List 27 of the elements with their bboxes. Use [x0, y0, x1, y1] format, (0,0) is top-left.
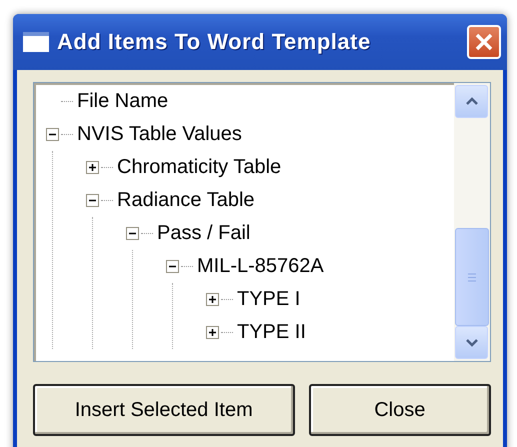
- collapse-icon[interactable]: [166, 260, 179, 273]
- tree-item[interactable]: MIL-L-85762A: [197, 255, 324, 278]
- close-icon: [473, 31, 495, 53]
- tree-item[interactable]: TYPE I: [237, 288, 300, 311]
- expand-icon[interactable]: [206, 293, 219, 306]
- close-dialog-button[interactable]: Close: [308, 384, 491, 436]
- scroll-up-button[interactable]: [455, 85, 488, 118]
- tree-item[interactable]: Chromaticity Table: [117, 156, 282, 179]
- collapse-icon[interactable]: [46, 128, 59, 141]
- window-title: Add Items To Word Template: [57, 29, 372, 55]
- caret-up-icon: [464, 97, 478, 106]
- scroll-down-button[interactable]: [455, 326, 488, 359]
- scrollbar[interactable]: [454, 83, 490, 361]
- caret-down-icon: [464, 338, 478, 347]
- tree-item[interactable]: Radiance Table: [117, 189, 255, 212]
- collapse-icon[interactable]: [126, 227, 139, 240]
- collapse-icon[interactable]: [86, 194, 99, 207]
- tree-item[interactable]: TYPE II: [237, 321, 306, 344]
- tree-item[interactable]: File Name: [77, 90, 168, 113]
- insert-button[interactable]: Insert Selected Item: [33, 384, 295, 436]
- tree-item[interactable]: NVIS Table Values: [77, 123, 242, 146]
- expand-icon[interactable]: [206, 326, 219, 339]
- window-icon: [23, 32, 49, 52]
- expand-icon[interactable]: [86, 161, 99, 174]
- scroll-thumb[interactable]: [455, 228, 489, 326]
- tree-item[interactable]: Pass / Fail: [157, 222, 250, 245]
- close-button[interactable]: [467, 25, 501, 59]
